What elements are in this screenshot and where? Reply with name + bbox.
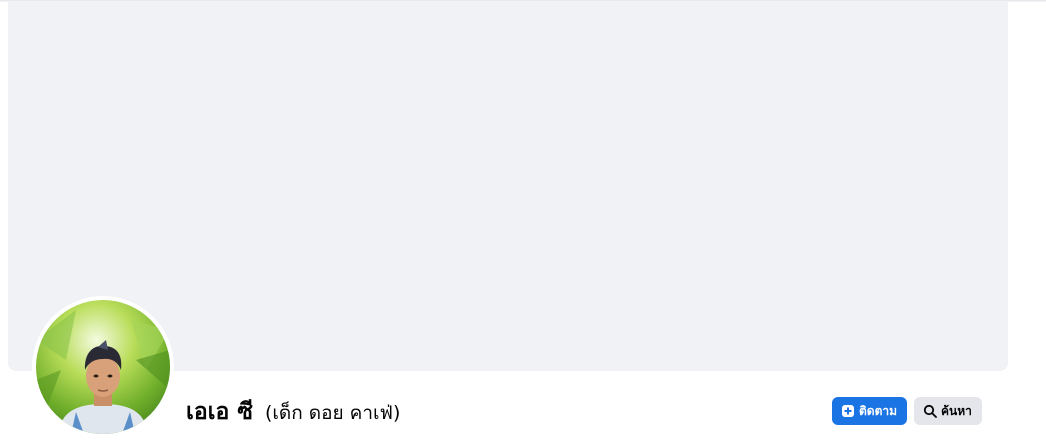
profile-name-row: เอเอ ซี (เด็ก ดอย คาเฟ่)	[186, 394, 400, 430]
search-button-label: ค้นหา	[941, 403, 972, 418]
follow-button[interactable]: ติดตาม	[832, 397, 907, 425]
profile-alternate-name: (เด็ก ดอย คาเฟ่)	[264, 402, 401, 424]
cover-photo[interactable]	[8, 2, 1008, 371]
search-button[interactable]: ค้นหา	[914, 397, 982, 425]
search-icon	[923, 404, 937, 418]
follow-button-label: ติดตาม	[859, 403, 898, 418]
profile-picture-image	[36, 300, 170, 434]
profile-name: เอเอ ซี	[186, 399, 253, 425]
profile-picture[interactable]	[32, 296, 174, 438]
follow-plus-icon	[841, 404, 855, 418]
